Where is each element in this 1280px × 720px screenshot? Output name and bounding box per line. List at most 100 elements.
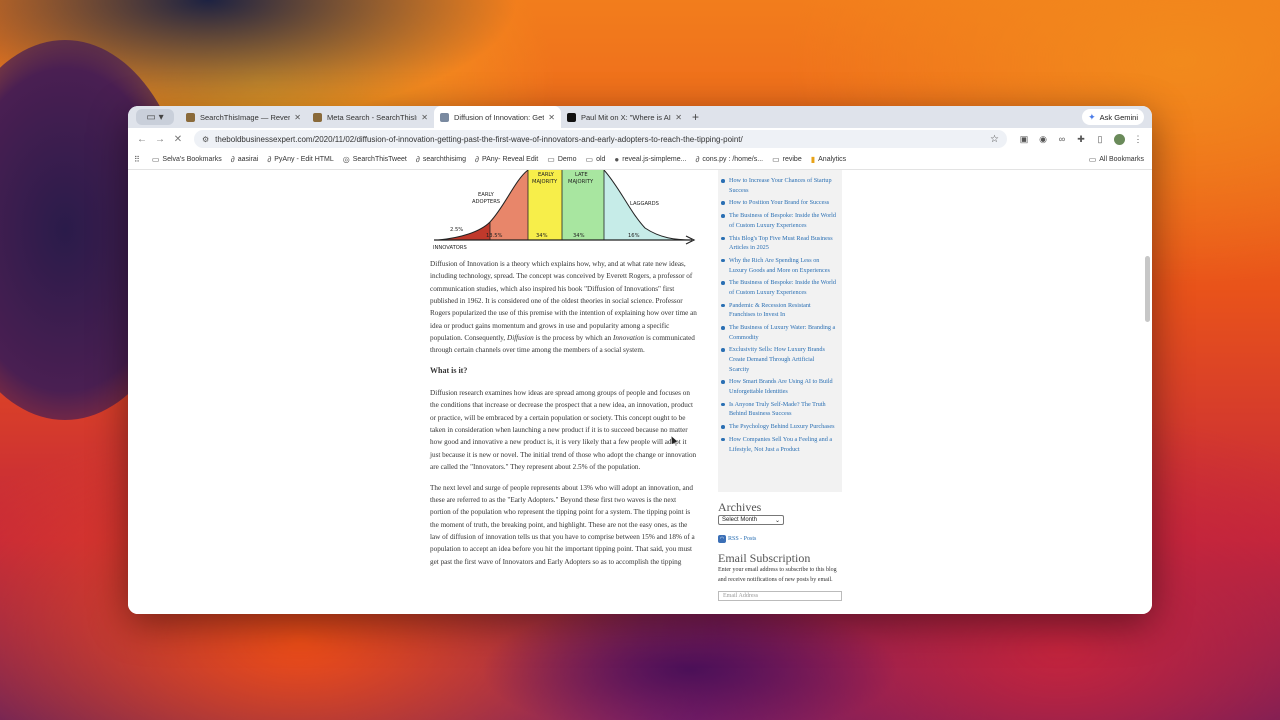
post-link[interactable]: How Smart Brands Are Using AI to Build U… [718, 377, 836, 396]
sidebar-icon[interactable]: ▯ [1092, 131, 1108, 147]
rss-label: RSS - Posts [728, 536, 757, 542]
post-link[interactable]: Exclusivity Sells: How Luxury Brands Cre… [718, 345, 836, 374]
analytics-icon: ▮ [810, 155, 816, 164]
rss-link[interactable]: ◠ RSS - Posts [718, 535, 842, 543]
email-field[interactable]: Email Address [718, 590, 842, 601]
web-page: EARLY ADOPTERS EARLY MAJORITY LATE MAJOR… [128, 170, 1152, 614]
ask-gemini-label: Ask Gemini [1099, 112, 1138, 122]
profile-avatar[interactable] [1111, 131, 1127, 147]
tab-title: Meta Search - SearchThisIma [327, 112, 418, 122]
gemini-icon: ✦ [1088, 111, 1096, 122]
paragraph-intro: Diffusion of Innovation is a theory whic… [430, 258, 698, 357]
bookmark-star-icon[interactable]: ☆ [990, 134, 999, 145]
bookmark-item[interactable]: ▭ revibe [772, 155, 802, 164]
link-icon: ∂ [475, 155, 479, 164]
post-link[interactable]: Why the Rich Are Spending Less on Luxury… [718, 256, 836, 275]
section-heading: What is it? [430, 365, 468, 375]
label-early-majority: EARLY [538, 172, 555, 178]
label-innovators: INNOVATORS [433, 245, 467, 251]
tab[interactable]: Meta Search - SearchThisIma ✕ [307, 106, 434, 128]
tab-group-button[interactable]: ▭ ▾ [136, 109, 174, 125]
bookmark-label: revibe [782, 156, 802, 163]
tab-title: SearchThisImage — Reverse [200, 112, 291, 122]
post-link[interactable]: How Companies Sell You a Feeling and a L… [718, 435, 836, 454]
archives-select[interactable]: Select Month ⌄ [718, 515, 784, 525]
post-link[interactable]: How to Increase Your Chances of Startup … [718, 176, 836, 195]
puzzle-icon[interactable]: ✚ [1073, 131, 1089, 147]
bookmark-label: aasirai [237, 156, 259, 163]
menu-icon[interactable]: ⋮ [1130, 131, 1146, 147]
bookmark-item[interactable]: ▭ Demo [547, 155, 576, 164]
percent-early-adopters: 13.5% [486, 233, 503, 239]
bookmark-item[interactable]: ◎ SearchThisTweet [343, 155, 407, 164]
folder-icon: ▭ [772, 155, 780, 164]
link-icon: ∂ [415, 155, 420, 164]
stop-loading-icon[interactable]: ✕ [170, 131, 186, 147]
emphasis-text: Diffusion [507, 334, 534, 343]
segment-innovators [438, 222, 490, 240]
label-laggards: LAGGARDS [630, 201, 659, 207]
bookmark-item[interactable]: ∂ cons.py : /home/s... [695, 155, 763, 164]
bookmark-item[interactable]: ∂ aasirai [231, 155, 259, 164]
post-link[interactable]: The Psychology Behind Luxury Purchases [718, 422, 836, 432]
email-subscription-heading: Email Subscription [718, 551, 811, 565]
label-early-adopters: ADOPTERS [472, 199, 500, 205]
scrollbar-thumb[interactable] [1145, 256, 1150, 322]
tab-title: Diffusion of Innovation: Getti [454, 112, 545, 122]
bookmark-label: reveal.js-simpleme... [622, 156, 687, 163]
browser-window: ▭ ▾ SearchThisImage — Reverse ✕ Meta Sea… [128, 106, 1152, 614]
sidebar-recent-posts: How to Increase Your Chances of Startup … [718, 170, 842, 492]
tab-active[interactable]: Diffusion of Innovation: Getti ✕ [434, 106, 561, 128]
folder-icon: ▭ [1088, 155, 1097, 164]
bookmark-item[interactable]: ▮ Analytics [811, 155, 846, 164]
post-link[interactable]: Is Anyone Truly Self-Made? The Truth Beh… [718, 400, 836, 419]
new-tab-button[interactable]: + [692, 110, 699, 124]
extension-icon[interactable]: ◉ [1035, 131, 1051, 147]
address-bar[interactable]: ⚙ theboldbusinessexpert.com/2020/11/02/d… [194, 130, 1007, 148]
site-info-icon[interactable]: ⚙ [202, 135, 209, 144]
bookmark-item[interactable]: ▭ old [586, 155, 606, 164]
post-link[interactable]: How to Position Your Brand for Success [718, 198, 836, 208]
bookmark-item[interactable]: ∂ PAny- Reveal Edit [475, 155, 538, 164]
x-logo-icon [567, 112, 576, 122]
url-text[interactable]: theboldbusinessexpert.com/2020/11/02/dif… [215, 135, 990, 144]
link-icon: ∂ [267, 155, 272, 164]
tab-title: Paul Mit on X: "Where is AI t [581, 112, 672, 122]
post-link[interactable]: This Blog's Top Five Must Read Business … [718, 234, 836, 253]
post-link[interactable]: The Business of Luxury Water: Branding a… [718, 323, 836, 342]
extension-icon[interactable]: ∞ [1054, 131, 1070, 147]
paragraph-text: is the process by which an [533, 334, 614, 343]
bookmark-item[interactable]: ● reveal.js-simpleme... [614, 155, 686, 164]
bookmark-item[interactable]: ∂ searchthisimg [416, 155, 466, 164]
tab[interactable]: Paul Mit on X: "Where is AI t ✕ [561, 106, 688, 128]
post-link[interactable]: The Business of Bespoke: Inside the Worl… [718, 278, 836, 297]
percent-laggards: 16% [628, 233, 640, 239]
all-bookmarks-button[interactable]: ▭ All Bookmarks [1089, 155, 1144, 164]
post-link[interactable]: Pandemic & Recession Resistant Franchise… [718, 301, 836, 320]
close-icon[interactable]: ✕ [675, 113, 682, 122]
post-link[interactable]: The Business of Bespoke: Inside the Worl… [718, 211, 836, 230]
wallpaper-shade [480, 600, 900, 720]
close-icon[interactable]: ✕ [294, 113, 301, 122]
email-subscription-text: Enter your email address to subscribe to… [718, 567, 837, 583]
bookmark-item[interactable]: ∂ PyAny - Edit HTML [267, 155, 333, 164]
close-icon[interactable]: ✕ [421, 113, 428, 122]
bookmark-label: PAny- Reveal Edit [481, 156, 539, 163]
extension-icon[interactable]: ▣ [1016, 131, 1032, 147]
percent-early-majority: 34% [536, 233, 548, 239]
select-value: Select Month [722, 517, 758, 523]
label-late-majority: MAJORITY [568, 179, 594, 185]
sidebar-widgets: Archives Select Month ⌄ ◠ RSS - Posts Em… [718, 492, 842, 601]
tab-favicon-icon [313, 112, 322, 122]
close-icon[interactable]: ✕ [548, 113, 555, 122]
forward-icon[interactable]: → [152, 131, 168, 147]
bookmark-item[interactable]: ▭ Selva's Bookmarks [152, 155, 222, 164]
apps-icon[interactable]: ⠿ [134, 155, 143, 164]
tab[interactable]: SearchThisImage — Reverse ✕ [180, 106, 307, 128]
paragraph-text: Diffusion of Innovation is a theory whic… [430, 260, 697, 343]
ask-gemini-button[interactable]: ✦ Ask Gemini [1082, 109, 1144, 125]
tab-favicon-icon [186, 112, 195, 122]
back-icon[interactable]: ← [134, 131, 150, 147]
bookmark-label: Demo [557, 156, 577, 163]
bookmark-label: Selva's Bookmarks [162, 156, 222, 163]
